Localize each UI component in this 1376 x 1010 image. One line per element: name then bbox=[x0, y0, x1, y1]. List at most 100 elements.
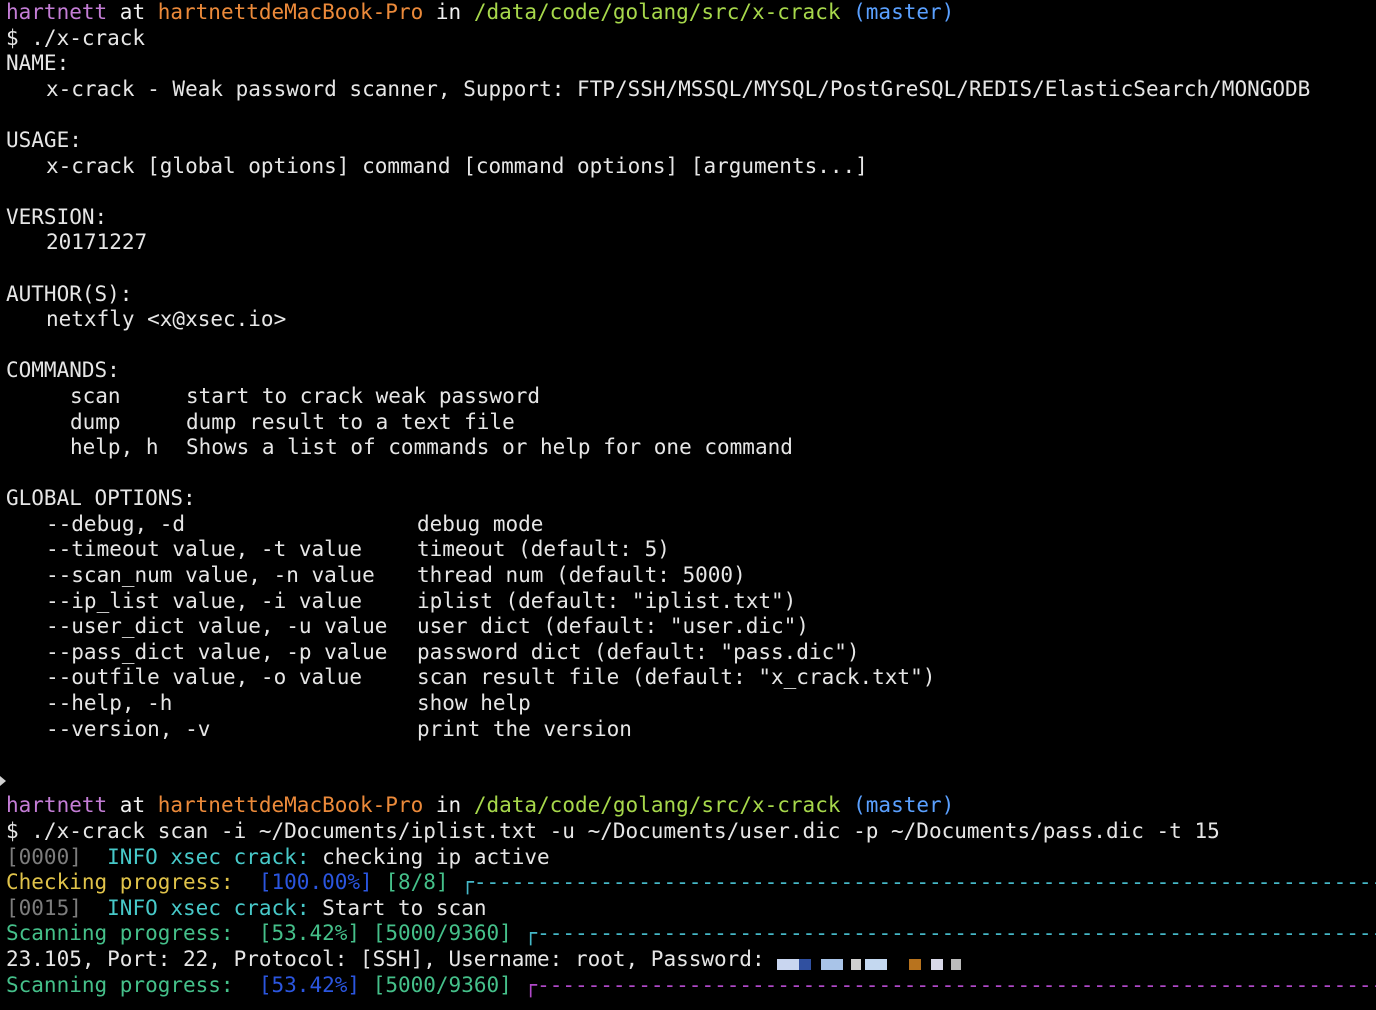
progress-label: Scanning progress: bbox=[6, 972, 234, 997]
option-row: --timeout value, -t value timeout (defaul… bbox=[0, 537, 1376, 563]
progress-bar-corner: ┌ bbox=[461, 870, 474, 895]
prompt-user: hartnett bbox=[6, 0, 108, 24]
option-desc: timeout (default: 5) bbox=[417, 537, 670, 562]
option-desc: user dict (default: "user.dic") bbox=[417, 614, 809, 639]
option-desc: scan result file (default: "x_crack.txt"… bbox=[417, 665, 936, 690]
prompt-at: at bbox=[107, 0, 158, 24]
command-name: help, h bbox=[70, 435, 159, 460]
progress-bar: ┌---------------------------------------… bbox=[461, 870, 1376, 894]
option-row: --outfile value, -o value scan result fil… bbox=[0, 665, 1376, 691]
name-text: x-crack - Weak password scanner, Support… bbox=[46, 76, 1311, 101]
prompt-host: hartnettdeMacBook-Pro bbox=[157, 793, 424, 818]
option-flag: --pass_dict value, -p value bbox=[46, 639, 388, 664]
author-text: netxfly <x@xsec.io> bbox=[46, 307, 287, 332]
option-desc: print the version bbox=[417, 716, 632, 741]
option-flag: --user_dict value, -u value bbox=[46, 614, 388, 639]
option-desc: iplist (default: "iplist.txt") bbox=[417, 588, 797, 613]
progress-line-checking: Checking progress: [100.00%] [8/8] ┌----… bbox=[0, 870, 1376, 896]
option-desc: debug mode bbox=[417, 511, 544, 536]
option-flag: --debug, -d bbox=[46, 511, 186, 536]
log-source: xsec crack: bbox=[170, 844, 310, 869]
option-flag: --timeout value, -t value bbox=[46, 537, 363, 562]
progress-label: Scanning progress: bbox=[6, 921, 234, 946]
option-flag: --version, -v bbox=[46, 716, 211, 741]
option-row: --scan_num value, -n value thread num (de… bbox=[0, 563, 1376, 589]
log-tag: [0015] bbox=[6, 895, 82, 920]
prompt-at: at bbox=[107, 793, 158, 818]
blank-line bbox=[0, 768, 1376, 794]
command-desc: dump result to a text file bbox=[186, 409, 515, 434]
progress-bar: ┌---------------------------------------… bbox=[524, 921, 1376, 945]
command-row: scan start to crack weak password bbox=[0, 384, 1376, 410]
command-desc: start to crack weak password bbox=[186, 383, 541, 408]
log-line: [0015] INFO xsec crack: Start to scan bbox=[0, 896, 1376, 922]
progress-bar-corner: ┌ bbox=[524, 921, 538, 946]
progress-count: [5000/9360] bbox=[372, 921, 512, 946]
progress-percent: [53.42%] bbox=[258, 921, 361, 946]
prompt-path: /data/code/golang/src/x-crack bbox=[473, 0, 841, 24]
option-row: --user_dict value, -u value user dict (de… bbox=[0, 614, 1376, 640]
result-text: 23.105, Port: 22, Protocol: [SSH], Usern… bbox=[6, 946, 765, 971]
progress-percent: [100.00%] bbox=[258, 870, 373, 895]
prompt-in: in bbox=[423, 0, 474, 24]
section-header-commands: COMMANDS: bbox=[6, 358, 120, 383]
progress-count: [5000/9360] bbox=[372, 972, 512, 997]
progress-bar-corner: ┌ bbox=[524, 972, 538, 997]
progress-label: Checking progress: bbox=[6, 870, 234, 895]
option-flag: --scan_num value, -n value bbox=[46, 563, 375, 588]
option-row: --pass_dict value, -p value password dict… bbox=[0, 640, 1376, 666]
section-header-global-options: GLOBAL OPTIONS: bbox=[6, 486, 196, 511]
result-line: 23.105, Port: 22, Protocol: [SSH], Usern… bbox=[0, 947, 1376, 973]
option-desc: thread num (default: 5000) bbox=[417, 563, 746, 588]
log-message: Start to scan bbox=[322, 895, 487, 920]
prompt-host: hartnettdeMacBook-Pro bbox=[157, 0, 424, 24]
terminal-window[interactable]: hartnett at hartnettdeMacBook-Pro in /da… bbox=[0, 0, 1376, 1010]
option-row: --ip_list value, -i value iplist (default… bbox=[0, 589, 1376, 615]
progress-count: [8/8] bbox=[385, 870, 449, 895]
section-header-name: NAME: bbox=[6, 51, 70, 76]
log-tag: [0000] bbox=[6, 844, 82, 869]
command-row: help, h Shows a list of commands or help … bbox=[0, 435, 1376, 461]
progress-bar-fill: ----------------------------------------… bbox=[537, 921, 1376, 946]
option-flag: --ip_list value, -i value bbox=[46, 588, 363, 613]
log-message: checking ip active bbox=[322, 844, 550, 869]
prompt-path: /data/code/golang/src/x-crack bbox=[473, 793, 841, 818]
option-row: --help, -h show help bbox=[0, 691, 1376, 717]
cursor-marker-icon bbox=[0, 775, 6, 786]
log-source: xsec crack: bbox=[170, 895, 310, 920]
progress-bar: ┌---------------------------------------… bbox=[524, 973, 1376, 997]
section-header-version: VERSION: bbox=[6, 204, 108, 229]
command-name: dump bbox=[70, 409, 121, 434]
prompt-in: in bbox=[423, 793, 474, 818]
section-header-usage: USAGE: bbox=[6, 127, 82, 152]
progress-bar-fill: ----------------------------------------… bbox=[537, 972, 1376, 997]
redacted-password bbox=[777, 952, 962, 971]
option-desc: password dict (default: "pass.dic") bbox=[417, 639, 860, 664]
progress-line-scanning: Scanning progress: [53.42%] [5000/9360] … bbox=[0, 921, 1376, 947]
prompt-line: hartnett at hartnettdeMacBook-Pro in /da… bbox=[0, 0, 1376, 26]
option-desc: show help bbox=[417, 691, 531, 716]
command-desc: Shows a list of commands or help for one… bbox=[186, 435, 793, 460]
option-flag: --outfile value, -o value bbox=[46, 665, 363, 690]
section-header-author: AUTHOR(S): bbox=[6, 281, 133, 306]
command-line: $ ./x-crack scan -i ~/Documents/iplist.t… bbox=[6, 819, 1220, 843]
option-flag: --help, -h bbox=[46, 691, 173, 716]
prompt-branch: (master) bbox=[853, 793, 955, 818]
progress-bar-fill: ----------------------------------------… bbox=[473, 870, 1376, 895]
version-text: 20171227 bbox=[46, 230, 148, 255]
option-row: --version, -v print the version bbox=[0, 717, 1376, 743]
progress-line-scanning: Scanning progress: [53.42%] [5000/9360] … bbox=[0, 973, 1376, 999]
command-name: scan bbox=[70, 383, 121, 408]
log-level: INFO bbox=[107, 895, 158, 920]
usage-text: x-crack [global options] command [comman… bbox=[46, 153, 868, 178]
command-line: $ ./x-crack bbox=[6, 25, 146, 50]
prompt-branch: (master) bbox=[853, 0, 955, 24]
option-row: --debug, -d debug mode bbox=[0, 512, 1376, 538]
prompt-line: hartnett at hartnettdeMacBook-Pro in /da… bbox=[0, 793, 1376, 819]
progress-percent: [53.42%] bbox=[258, 972, 361, 997]
